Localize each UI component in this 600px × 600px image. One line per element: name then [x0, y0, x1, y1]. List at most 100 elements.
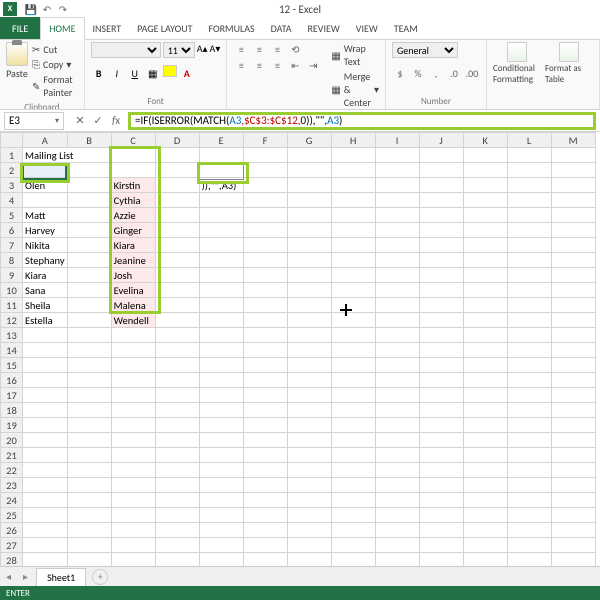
sheet-nav-prev-icon[interactable]: ◂	[0, 570, 17, 583]
cell-G15[interactable]	[287, 358, 331, 373]
cell-K6[interactable]	[463, 223, 507, 238]
cell-I11[interactable]	[375, 298, 419, 313]
cell-C25[interactable]	[111, 508, 155, 523]
row-header-27[interactable]: 27	[1, 538, 23, 553]
row-header-23[interactable]: 23	[1, 478, 23, 493]
cell-M4[interactable]	[551, 193, 595, 208]
cell-H21[interactable]	[331, 448, 375, 463]
cell-L22[interactable]	[507, 463, 551, 478]
cell-H2[interactable]	[331, 163, 375, 178]
cell-K4[interactable]	[463, 193, 507, 208]
font-color-button[interactable]: A	[179, 65, 195, 81]
cell-H13[interactable]	[331, 328, 375, 343]
cell-D2[interactable]	[155, 163, 199, 178]
cell-F8[interactable]	[243, 253, 287, 268]
cell-L11[interactable]	[507, 298, 551, 313]
cell-D3[interactable]	[155, 178, 199, 193]
cell-J16[interactable]	[419, 373, 463, 388]
cell-H15[interactable]	[331, 358, 375, 373]
conditional-formatting-button[interactable]: Conditional Formatting	[493, 42, 541, 85]
tab-review[interactable]: REVIEW	[299, 18, 347, 39]
cell-D25[interactable]	[155, 508, 199, 523]
row-header-3[interactable]: 3	[1, 178, 23, 193]
column-header-A[interactable]: A	[23, 133, 68, 148]
cell-M9[interactable]	[551, 268, 595, 283]
cell-I25[interactable]	[375, 508, 419, 523]
percent-icon[interactable]: %	[410, 65, 426, 81]
cell-A22[interactable]	[23, 463, 68, 478]
row-header-13[interactable]: 13	[1, 328, 23, 343]
cell-A1[interactable]: Mailing List	[23, 148, 112, 163]
cell-D12[interactable]	[155, 313, 199, 328]
cell-K9[interactable]	[463, 268, 507, 283]
row-header-11[interactable]: 11	[1, 298, 23, 313]
cell-K14[interactable]	[463, 343, 507, 358]
cell-K13[interactable]	[463, 328, 507, 343]
row-header-18[interactable]: 18	[1, 403, 23, 418]
column-header-J[interactable]: J	[419, 133, 463, 148]
cell-B2[interactable]	[67, 163, 111, 178]
cell-B24[interactable]	[67, 493, 111, 508]
cell-G20[interactable]	[287, 433, 331, 448]
cell-I21[interactable]	[375, 448, 419, 463]
tab-view[interactable]: VIEW	[348, 18, 386, 39]
column-header-K[interactable]: K	[463, 133, 507, 148]
cell-B4[interactable]	[67, 193, 111, 208]
cell-A6[interactable]: Harvey	[23, 223, 68, 238]
align-left-icon[interactable]: ≡	[233, 58, 249, 72]
cell-A3[interactable]: Olen	[23, 178, 68, 193]
cell-I13[interactable]	[375, 328, 419, 343]
cell-H9[interactable]	[331, 268, 375, 283]
cell-L14[interactable]	[507, 343, 551, 358]
cell-C3[interactable]: Kirstin	[111, 178, 155, 193]
cell-G23[interactable]	[287, 478, 331, 493]
cell-K21[interactable]	[463, 448, 507, 463]
cell-B27[interactable]	[67, 538, 111, 553]
cell-A20[interactable]	[23, 433, 68, 448]
cell-G18[interactable]	[287, 403, 331, 418]
column-header-G[interactable]: G	[287, 133, 331, 148]
cell-K26[interactable]	[463, 523, 507, 538]
cell-M24[interactable]	[551, 493, 595, 508]
cell-F5[interactable]	[243, 208, 287, 223]
align-top-icon[interactable]: ≡	[233, 42, 249, 56]
cell-C4[interactable]: Cythia	[111, 193, 155, 208]
column-header-D[interactable]: D	[155, 133, 199, 148]
cell-D23[interactable]	[155, 478, 199, 493]
column-header-C[interactable]: C	[111, 133, 155, 148]
cell-K22[interactable]	[463, 463, 507, 478]
cell-A19[interactable]	[23, 418, 68, 433]
cell-B19[interactable]	[67, 418, 111, 433]
cell-H8[interactable]	[331, 253, 375, 268]
cell-J3[interactable]	[419, 178, 463, 193]
cell-E21[interactable]	[199, 448, 243, 463]
cell-J1[interactable]	[419, 148, 463, 163]
cell-K2[interactable]	[463, 163, 507, 178]
cell-K3[interactable]	[463, 178, 507, 193]
cell-D21[interactable]	[155, 448, 199, 463]
row-header-17[interactable]: 17	[1, 388, 23, 403]
cell-B26[interactable]	[67, 523, 111, 538]
cell-C1[interactable]	[111, 148, 155, 163]
cell-H12[interactable]	[331, 313, 375, 328]
cell-C8[interactable]: Jeanine	[111, 253, 155, 268]
align-bottom-icon[interactable]: ≡	[269, 42, 285, 56]
cell-L1[interactable]	[507, 148, 551, 163]
cell-F24[interactable]	[243, 493, 287, 508]
cell-B22[interactable]	[67, 463, 111, 478]
cell-B15[interactable]	[67, 358, 111, 373]
cell-G13[interactable]	[287, 328, 331, 343]
name-box[interactable]: E3	[4, 112, 64, 130]
cell-B18[interactable]	[67, 403, 111, 418]
row-header-2[interactable]: 2	[1, 163, 23, 178]
cell-K16[interactable]	[463, 373, 507, 388]
cell-D5[interactable]	[155, 208, 199, 223]
cell-I5[interactable]	[375, 208, 419, 223]
cell-D7[interactable]	[155, 238, 199, 253]
cell-G1[interactable]	[287, 148, 331, 163]
cell-C17[interactable]	[111, 388, 155, 403]
cell-F9[interactable]	[243, 268, 287, 283]
cell-A2[interactable]	[23, 163, 68, 178]
cell-J8[interactable]	[419, 253, 463, 268]
cell-D9[interactable]	[155, 268, 199, 283]
